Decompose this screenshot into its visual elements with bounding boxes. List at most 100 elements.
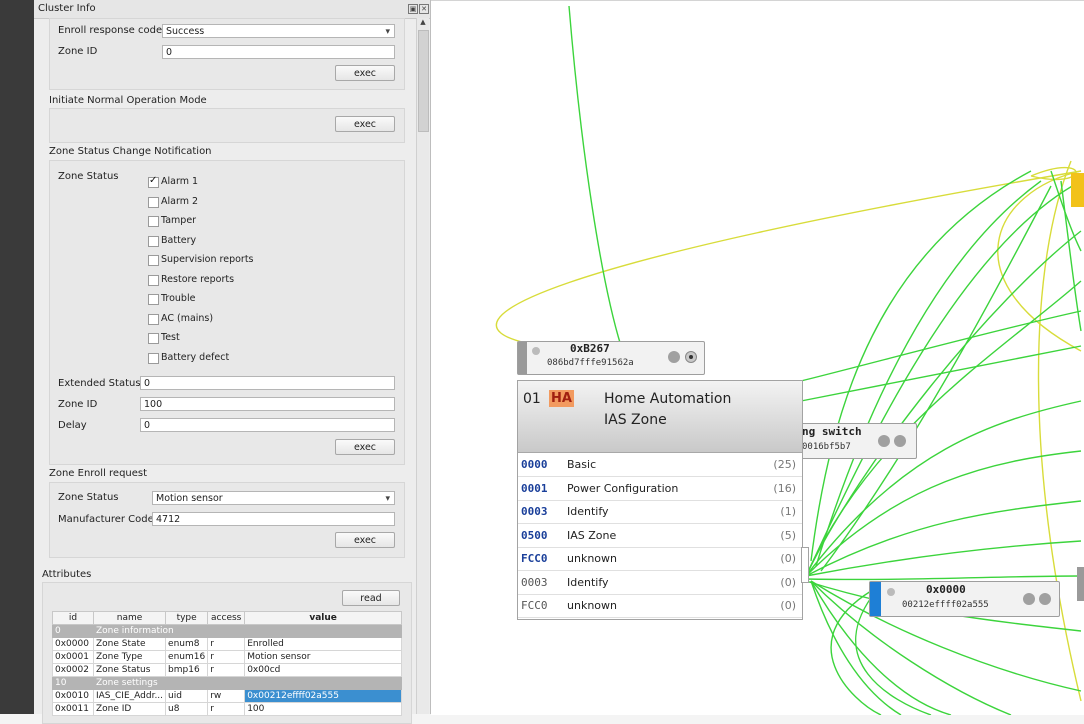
- float-icon[interactable]: ▣: [408, 4, 418, 14]
- table-row[interactable]: 0x0010 IAS_CIE_Addr... uid rw 0x00212eff…: [52, 689, 402, 703]
- node-socket-icon[interactable]: [1039, 593, 1051, 605]
- cluster-id: 0000: [521, 458, 548, 471]
- zone-id-top-field[interactable]: 0: [162, 45, 395, 59]
- checkbox-label: Alarm 2: [161, 195, 199, 207]
- attr-type: enum16: [165, 650, 209, 664]
- checkbox-1[interactable]: [148, 196, 159, 208]
- checkbox-4[interactable]: [148, 255, 159, 266]
- section-name: Zone settings: [93, 676, 402, 690]
- col-access[interactable]: access: [207, 611, 246, 625]
- panel-title-bar: Cluster Info ▣ ✕: [34, 0, 430, 19]
- cluster-row[interactable]: 0003 Identify (0): [518, 571, 802, 595]
- cluster-row[interactable]: FCC0 unknown (0): [518, 547, 802, 571]
- endpoint-header: 01 HA Home Automation IAS Zone: [518, 381, 802, 453]
- node-mac: 086bd7fffe91562a: [547, 358, 634, 368]
- node-0xb267[interactable]: 0xB267 086bd7fffe91562a: [517, 341, 705, 375]
- node-graph-canvas[interactable]: 0xB267 086bd7fffe91562a ng switch 0016bf…: [431, 0, 1084, 715]
- cluster-row[interactable]: 0500 IAS Zone (5): [518, 524, 802, 548]
- read-button[interactable]: read: [342, 590, 400, 606]
- checkbox-3[interactable]: [148, 235, 159, 247]
- table-row[interactable]: 0x0001 Zone Type enum16 r Motion sensor: [52, 650, 402, 664]
- cluster-name: unknown: [567, 599, 617, 612]
- exec-button-zone-status-change[interactable]: exec: [335, 439, 395, 455]
- section-row[interactable]: 10 Zone settings: [52, 676, 402, 690]
- zone-id-field[interactable]: 100: [140, 397, 395, 411]
- col-id[interactable]: id: [52, 611, 94, 625]
- node-socket-icon[interactable]: [1023, 593, 1035, 605]
- delay-field[interactable]: 0: [140, 418, 395, 432]
- checkbox-2[interactable]: [148, 216, 159, 227]
- checkbox-7[interactable]: [148, 313, 159, 325]
- exec-button-enroll-response[interactable]: exec: [335, 65, 395, 81]
- node-socket-icon[interactable]: [878, 435, 890, 447]
- cluster-row[interactable]: FCC0 unknown (0): [518, 594, 802, 618]
- attr-id: 0x0010: [52, 689, 94, 703]
- attr-name: Zone Type: [92, 650, 167, 664]
- checkbox-label: Trouble: [161, 293, 196, 304]
- node-address: ng switch: [802, 425, 862, 438]
- table-row[interactable]: 0x0000 Zone State enum8 r Enrolled: [52, 637, 402, 651]
- cluster-name: Power Configuration: [567, 481, 679, 495]
- attr-name: IAS_CIE_Addr...: [92, 689, 167, 703]
- cluster-name: Identify: [567, 575, 609, 589]
- manufacturer-code-field[interactable]: 4712: [152, 512, 395, 526]
- node-socket-icon[interactable]: [894, 435, 906, 447]
- attr-value-selected[interactable]: 0x00212effff02a555: [244, 689, 402, 703]
- checkbox-8[interactable]: [148, 333, 159, 344]
- node-socket-icon[interactable]: [668, 351, 680, 363]
- attr-id: 0x0000: [52, 637, 94, 651]
- node-status-bar: [870, 582, 881, 616]
- cluster-count: (16): [773, 481, 796, 495]
- cluster-name: Identify: [567, 505, 609, 518]
- zone-status-change-title: Zone Status Change Notification: [49, 146, 212, 157]
- cluster-id: 0500: [521, 528, 548, 542]
- cluster-id: FCC0: [521, 599, 548, 612]
- cluster-info-panel: Cluster Info ▣ ✕ Enroll response code Su…: [34, 0, 431, 724]
- scroll-up-icon[interactable]: ▲: [417, 18, 429, 28]
- cluster-row[interactable]: 0003 Identify (1): [518, 500, 802, 524]
- checkbox-label: Battery: [161, 234, 197, 246]
- checkbox-6[interactable]: [148, 294, 159, 305]
- enroll-response-value: Success: [166, 26, 205, 37]
- endpoint-number: 01: [523, 391, 541, 407]
- col-value[interactable]: value: [244, 611, 402, 625]
- cluster-id: 0003: [521, 505, 548, 518]
- node-socket-selected-icon[interactable]: [685, 351, 697, 363]
- extended-status-label: Extended Status: [58, 378, 141, 389]
- col-name[interactable]: name: [92, 611, 167, 625]
- enroll-response-select[interactable]: Success: [162, 24, 395, 39]
- zone-enroll-status-value: Motion sensor: [156, 493, 223, 504]
- attr-type: uid: [165, 689, 209, 703]
- checkbox-9[interactable]: [148, 352, 159, 364]
- checkbox-5[interactable]: [148, 274, 159, 286]
- zone-id-top-label: Zone ID: [58, 46, 98, 57]
- attr-value: Enrolled: [244, 637, 402, 651]
- initiate-normal-title: Initiate Normal Operation Mode: [49, 95, 207, 106]
- close-icon[interactable]: ✕: [419, 4, 429, 14]
- extended-status-field[interactable]: 0: [140, 376, 395, 390]
- checkbox-label: Tamper: [161, 215, 197, 226]
- section-row[interactable]: 0 Zone information: [52, 624, 402, 638]
- exec-button-initiate-normal[interactable]: exec: [335, 116, 395, 132]
- panel-scrollbar[interactable]: ▲: [416, 18, 429, 714]
- attr-type: enum8: [165, 637, 209, 651]
- col-type[interactable]: type: [165, 611, 209, 625]
- zone-id-label: Zone ID: [58, 399, 98, 410]
- checkbox-0[interactable]: [148, 175, 159, 188]
- attributes-table: id name type access value 0 Zone informa…: [52, 611, 402, 716]
- checkbox-label: Alarm 1: [161, 176, 199, 187]
- attr-id: 0x0001: [52, 650, 94, 664]
- node-0x0000[interactable]: 0x0000 00212effff02a555: [869, 581, 1060, 617]
- delay-label: Delay: [58, 420, 87, 431]
- exec-button-zone-enroll[interactable]: exec: [335, 532, 395, 548]
- ha-badge: HA: [549, 390, 574, 407]
- cluster-name: unknown: [567, 552, 617, 565]
- cluster-row[interactable]: 0001 Power Configuration (16): [518, 477, 802, 501]
- zone-enroll-status-select[interactable]: Motion sensor: [152, 491, 395, 506]
- enroll-response-label: Enroll response code: [58, 25, 163, 36]
- cluster-row[interactable]: 0000 Basic (25): [518, 453, 802, 477]
- scroll-thumb[interactable]: [418, 30, 429, 132]
- zone-enroll-title: Zone Enroll request: [49, 468, 148, 479]
- table-row[interactable]: 0x0002 Zone Status bmp16 r 0x00cd: [52, 663, 402, 677]
- node-switch[interactable]: ng switch 0016bf5b7: [791, 423, 917, 459]
